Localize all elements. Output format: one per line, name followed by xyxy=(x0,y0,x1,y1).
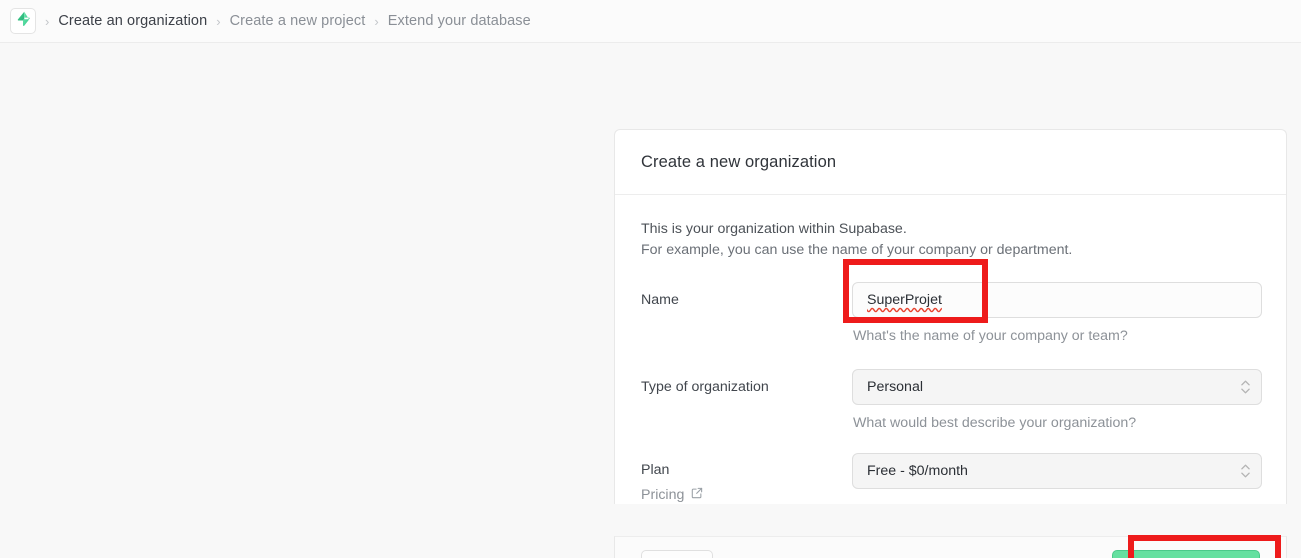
type-select-value: Personal xyxy=(867,379,923,395)
field-row-plan: Plan Pricing Free - $0/month xyxy=(641,453,1262,504)
type-helper-text: What would best describe your organizati… xyxy=(853,415,1137,431)
breadcrumb-item-create-project[interactable]: Create a new project xyxy=(230,13,366,29)
type-select[interactable]: Personal xyxy=(852,369,1262,405)
type-input-column: Personal What would best describe your o… xyxy=(852,369,1262,431)
type-label-column: Type of organization xyxy=(641,369,852,396)
create-organization-card: Create a new organization This is your o… xyxy=(614,129,1287,504)
card-header: Create a new organization xyxy=(615,130,1286,195)
name-helper-text: What's the name of your company or team? xyxy=(853,328,1128,344)
name-label-column: Name xyxy=(641,282,852,309)
breadcrumb-item-create-organization[interactable]: Create an organization xyxy=(58,13,207,29)
cancel-button[interactable]: Cancel xyxy=(641,550,714,558)
type-label: Type of organization xyxy=(641,379,769,395)
field-row-name: Name SuperProjet What's the name of your… xyxy=(641,282,1262,344)
breadcrumb-separator-2: › xyxy=(216,13,221,29)
card-body: This is your organization within Supabas… xyxy=(615,195,1286,504)
intro-line-1: This is your organization within Supabas… xyxy=(641,221,907,237)
create-organization-button[interactable]: Create organization xyxy=(1112,550,1260,558)
plan-input-column: Free - $0/month xyxy=(852,453,1262,489)
name-input[interactable]: SuperProjet xyxy=(852,282,1262,318)
page-body: Create a new organization This is your o… xyxy=(0,43,1301,558)
page-title: Create a new organization xyxy=(641,153,837,171)
chevron-up-down-icon xyxy=(1241,464,1250,478)
name-input-column: SuperProjet What's the name of your comp… xyxy=(852,282,1262,344)
plan-select-value: Free - $0/month xyxy=(867,463,968,479)
intro-text: This is your organization within Supabas… xyxy=(641,219,1260,260)
card-footer: Cancel You can rename your organization … xyxy=(614,536,1287,558)
pricing-link-label: Pricing xyxy=(641,487,685,503)
pricing-link[interactable]: Pricing xyxy=(641,487,703,503)
chevron-up-down-icon xyxy=(1241,380,1250,394)
breadcrumb-item-extend-database[interactable]: Extend your database xyxy=(388,13,531,29)
external-link-icon xyxy=(691,487,703,503)
breadcrumb-separator-1: › xyxy=(45,13,50,29)
supabase-bolt-icon xyxy=(16,11,31,31)
name-input-value: SuperProjet xyxy=(867,292,942,308)
plan-label-column: Plan Pricing xyxy=(641,453,852,504)
name-label: Name xyxy=(641,292,679,308)
plan-label: Plan xyxy=(641,462,670,478)
supabase-logo-button[interactable] xyxy=(10,8,36,34)
plan-select[interactable]: Free - $0/month xyxy=(852,453,1262,489)
breadcrumb-bar: › Create an organization › Create a new … xyxy=(0,0,1301,43)
field-row-type: Type of organization Personal What would… xyxy=(641,369,1262,431)
intro-line-2: For example, you can use the name of you… xyxy=(641,241,1073,258)
breadcrumb-separator-3: › xyxy=(374,13,379,29)
